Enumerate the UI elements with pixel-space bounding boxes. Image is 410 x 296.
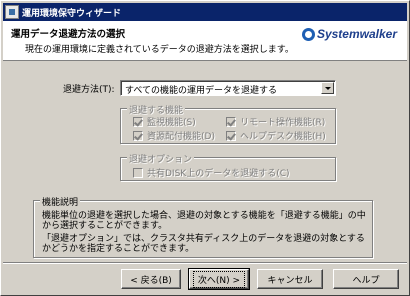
checkbox-helpdesk-label: ヘルプデスク機能(H) (240, 132, 326, 142)
cancel-button-label: キャンセル (267, 275, 313, 286)
app-icon (5, 5, 19, 19)
back-button-label: < 戻る(B) (130, 275, 172, 286)
function-description-line-2: 「退避オプション」では、クラスタ共有ディスク上のデータを退避の対象とするかどうか… (42, 234, 365, 254)
checkbox-monitoring-box[interactable] (133, 116, 143, 127)
next-button-label: 次へ(N) > (192, 270, 246, 288)
wizard-header: 運用データ退避方法の選択 現在の運用環境に定義されているデータの退避方法を選択し… (3, 21, 407, 61)
function-description-line-1: 機能単位の退避を選択した場合、退避の対象とする機能を「退避する機能」の中から選択… (42, 211, 366, 231)
method-select-value: すべての機能の運用データを退避する (125, 86, 278, 96)
checkbox-helpdesk[interactable]: ヘルプデスク機能(H) (226, 129, 326, 142)
options-group: 退避オプション 共有DISK上のデータを退避する(C) (120, 152, 336, 181)
method-select[interactable]: すべての機能の運用データを退避する (120, 80, 336, 96)
window-title: 運用環境保守ウィザード (22, 8, 122, 19)
chevron-down-icon[interactable] (321, 82, 334, 94)
help-button-label: ヘルプ (352, 275, 380, 286)
options-group-legend: 退避オプション (127, 152, 195, 165)
cancel-button[interactable]: キャンセル (257, 269, 323, 289)
function-description-box: 機能説明 機能単位の退避を選択した場合、退避の対象とする機能を「退避する機能」の… (33, 195, 373, 258)
method-label: 退避方法(T): (63, 85, 115, 95)
function-description-legend: 機能説明 (40, 195, 81, 208)
checkbox-helpdesk-box[interactable] (226, 130, 236, 141)
functions-group: 退避する機能 監視機能(S) リモート操作機能(R) 資源配付機能(D) ヘルプ… (120, 103, 336, 144)
footer-separator (3, 262, 407, 264)
checkbox-resource-distribution-label: 資源配付機能(D) (147, 132, 215, 142)
checkbox-monitoring-label: 監視機能(S) (147, 118, 196, 128)
checkbox-shared-disk[interactable]: 共有DISK上のデータを退避する(C) (133, 166, 290, 179)
next-button[interactable]: 次へ(N) > (188, 268, 250, 290)
checkbox-resource-distribution-box[interactable] (133, 130, 143, 141)
checkbox-remote-operation[interactable]: リモート操作機能(R) (226, 115, 325, 128)
help-button[interactable]: ヘルプ (333, 269, 399, 289)
page-description: 現在の運用環境に定義されているデータの退避方法を選択します。 (25, 45, 294, 55)
title-bar[interactable]: 運用環境保守ウィザード (3, 3, 407, 21)
checkbox-shared-disk-box[interactable] (133, 167, 143, 178)
checkbox-shared-disk-label: 共有DISK上のデータを退避する(C) (147, 169, 290, 179)
brand-name: Systemwalker (316, 27, 397, 41)
checkbox-monitoring[interactable]: 監視機能(S) (133, 115, 196, 128)
checkbox-remote-operation-box[interactable] (226, 116, 236, 127)
brand-logo: Systemwalker (301, 27, 397, 41)
page-title: 運用データ退避方法の選択 (11, 29, 126, 40)
wizard-window: 運用環境保守ウィザード 運用データ退避方法の選択 現在の運用環境に定義されている… (0, 0, 410, 296)
checkbox-remote-operation-label: リモート操作機能(R) (240, 118, 326, 128)
checkbox-resource-distribution[interactable]: 資源配付機能(D) (133, 129, 215, 142)
brand-swirl-icon (301, 27, 315, 41)
back-button[interactable]: < 戻る(B) (121, 269, 181, 289)
